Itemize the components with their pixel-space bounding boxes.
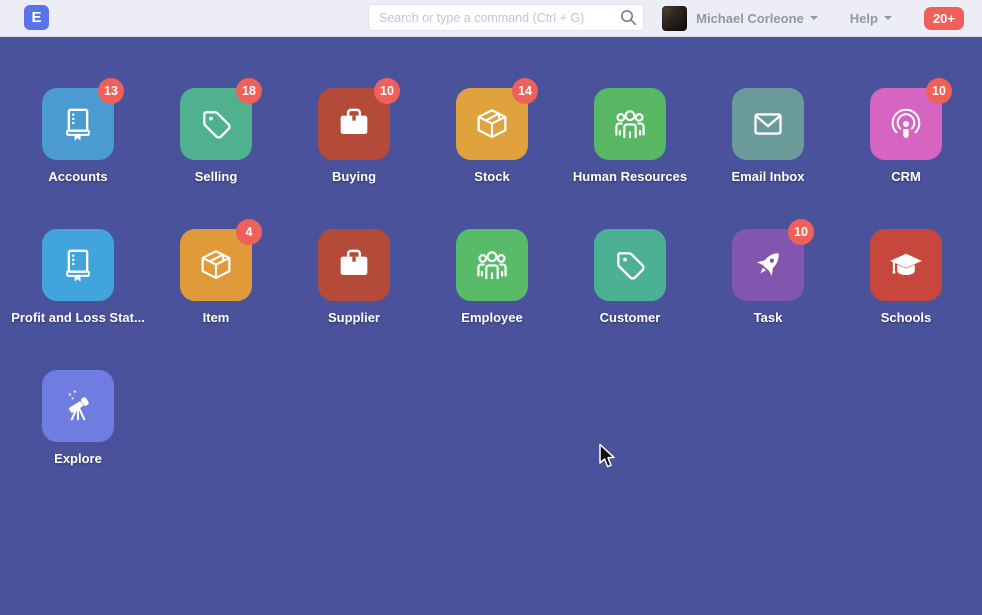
box-icon <box>472 104 512 144</box>
module-tile-icon-box <box>318 229 390 301</box>
module-label: Item <box>203 310 230 326</box>
module-label: Customer <box>600 310 661 326</box>
help-label: Help <box>850 11 878 26</box>
ledger-book-icon <box>58 245 98 285</box>
module-tile-employee[interactable]: Employee <box>423 229 561 326</box>
help-menu[interactable]: Help <box>850 11 892 26</box>
telescope-icon <box>58 386 98 426</box>
global-search-input[interactable] <box>368 4 644 31</box>
module-tile-item[interactable]: 4 Item <box>147 229 285 326</box>
module-tile-icon-box <box>732 88 804 160</box>
module-tile-icon-box: 14 <box>456 88 528 160</box>
user-name: Michael Corleone <box>696 11 804 26</box>
user-menu[interactable]: Michael Corleone <box>696 11 818 26</box>
user-avatar[interactable] <box>662 6 687 31</box>
module-label: CRM <box>891 169 921 185</box>
module-label: Employee <box>461 310 522 326</box>
desk: 13 Accounts 18 Selling 10 Buying 14 Stoc… <box>0 37 982 511</box>
chevron-down-icon <box>884 16 892 20</box>
module-count-badge: 10 <box>788 219 814 245</box>
module-count-badge: 18 <box>236 78 262 104</box>
ledger-book-icon <box>58 104 98 144</box>
module-tile-icon-box <box>42 229 114 301</box>
module-tile-accounts[interactable]: 13 Accounts <box>9 88 147 185</box>
module-count-badge: 10 <box>926 78 952 104</box>
envelope-icon <box>748 104 788 144</box>
module-tile-icon-box <box>456 229 528 301</box>
navbar-right: Michael Corleone Help 20+ <box>662 0 964 36</box>
module-count-badge: 13 <box>98 78 124 104</box>
box-icon <box>196 245 236 285</box>
module-label: Selling <box>195 169 238 185</box>
module-tile-icon-box: 4 <box>180 229 252 301</box>
module-label: Schools <box>881 310 932 326</box>
module-tile-stock[interactable]: 14 Stock <box>423 88 561 185</box>
module-label: Profit and Loss Stat... <box>11 310 145 326</box>
graduation-cap-icon <box>886 245 926 285</box>
module-count-badge: 14 <box>512 78 538 104</box>
rocket-icon <box>748 245 788 285</box>
tag-icon <box>196 104 236 144</box>
briefcase-icon <box>334 104 374 144</box>
module-label: Supplier <box>328 310 380 326</box>
module-tile-icon-box <box>594 88 666 160</box>
module-count-badge: 10 <box>374 78 400 104</box>
module-tile-icon-box: 10 <box>732 229 804 301</box>
module-tile-icon-box: 18 <box>180 88 252 160</box>
module-tile-icon-box <box>870 229 942 301</box>
module-label: Explore <box>54 451 102 467</box>
global-search <box>368 4 644 31</box>
module-tile-schools[interactable]: Schools <box>837 229 975 326</box>
module-tile-email-inbox[interactable]: Email Inbox <box>699 88 837 185</box>
module-tile-profit-and-loss-stat[interactable]: Profit and Loss Stat... <box>9 229 147 326</box>
module-tile-customer[interactable]: Customer <box>561 229 699 326</box>
briefcase-icon <box>334 245 374 285</box>
chevron-down-icon <box>810 16 818 20</box>
module-tile-explore[interactable]: Explore <box>9 370 147 467</box>
module-tile-human-resources[interactable]: Human Resources <box>561 88 699 185</box>
module-tile-crm[interactable]: 10 CRM <box>837 88 975 185</box>
navbar: E Michael Corleone Help 20+ <box>0 0 982 37</box>
module-label: Task <box>754 310 783 326</box>
search-icon[interactable] <box>620 9 637 26</box>
module-tile-selling[interactable]: 18 Selling <box>147 88 285 185</box>
module-label: Buying <box>332 169 376 185</box>
people-group-icon <box>471 244 513 286</box>
module-grid: 13 Accounts 18 Selling 10 Buying 14 Stoc… <box>0 37 975 511</box>
module-label: Accounts <box>48 169 107 185</box>
module-label: Stock <box>474 169 509 185</box>
module-tile-icon-box: 13 <box>42 88 114 160</box>
person-broadcast-icon <box>886 104 926 144</box>
module-tile-icon-box <box>594 229 666 301</box>
module-tile-supplier[interactable]: Supplier <box>285 229 423 326</box>
people-group-icon <box>609 103 651 145</box>
notifications-badge[interactable]: 20+ <box>924 7 964 30</box>
tag-icon <box>610 245 650 285</box>
module-tile-task[interactable]: 10 Task <box>699 229 837 326</box>
module-tile-icon-box: 10 <box>318 88 390 160</box>
module-label: Human Resources <box>573 169 687 185</box>
module-tile-icon-box: 10 <box>870 88 942 160</box>
module-label: Email Inbox <box>732 169 805 185</box>
module-tile-icon-box <box>42 370 114 442</box>
module-tile-buying[interactable]: 10 Buying <box>285 88 423 185</box>
app-logo[interactable]: E <box>24 5 49 30</box>
module-count-badge: 4 <box>236 219 262 245</box>
